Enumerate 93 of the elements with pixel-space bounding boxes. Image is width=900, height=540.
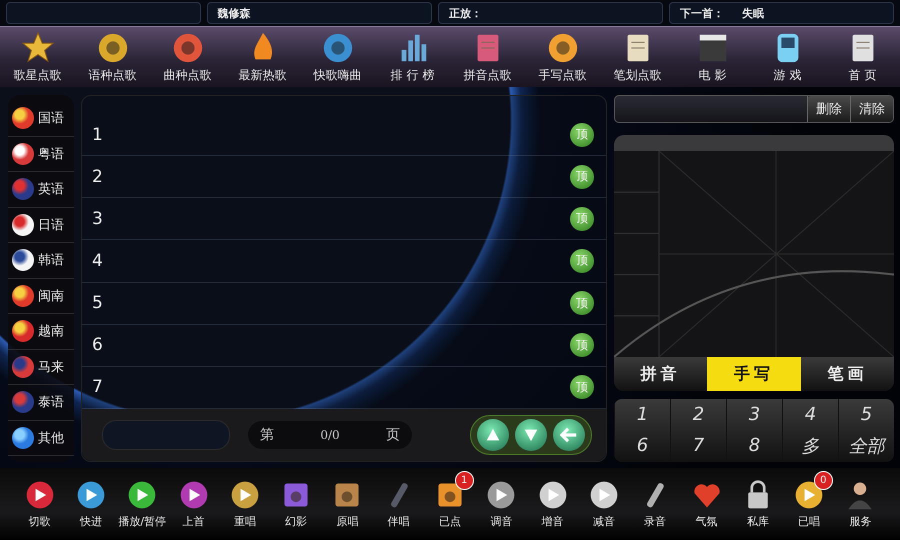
page-suffix: 页 bbox=[386, 426, 400, 444]
toolbar-button[interactable]: 幻影 bbox=[270, 468, 322, 540]
count-badge: 0 bbox=[814, 471, 833, 490]
flag-icon bbox=[12, 107, 34, 130]
language-item[interactable]: 泰语 bbox=[8, 385, 74, 420]
next-song-label: 下一首： bbox=[680, 6, 724, 20]
left-arrow-icon bbox=[560, 426, 578, 444]
song-row[interactable]: 2 顶 bbox=[82, 156, 606, 198]
category-menu-item[interactable]: 歌星点歌 bbox=[0, 27, 75, 87]
row-number: 4 bbox=[92, 250, 103, 271]
page-prefix: 第 bbox=[260, 426, 274, 444]
candidate-key[interactable]: 3 bbox=[726, 399, 782, 429]
toolbar-button[interactable]: 重唱 bbox=[219, 468, 270, 540]
toolbar-button[interactable]: 增音 bbox=[526, 468, 578, 540]
singer-name: 魏修森 bbox=[218, 6, 251, 20]
language-item[interactable]: 其他 bbox=[8, 420, 74, 456]
delete-button[interactable]: 删除 bbox=[807, 96, 850, 122]
flag-icon bbox=[12, 284, 34, 307]
language-item[interactable]: 马来 bbox=[8, 350, 74, 385]
toolbar-button[interactable]: 录音 bbox=[630, 468, 681, 540]
search-input-bar[interactable]: 删除 清除 bbox=[614, 95, 894, 123]
category-menu-item[interactable]: 快歌嗨曲 bbox=[300, 27, 375, 87]
category-menu-item[interactable]: 电 影 bbox=[675, 27, 750, 87]
row-number: 6 bbox=[92, 335, 103, 356]
flag-icon bbox=[12, 178, 34, 200]
language-item[interactable]: 日语 bbox=[8, 208, 74, 243]
candidate-key[interactable]: 2 bbox=[670, 399, 726, 429]
toolbar-button[interactable]: 伴唱 bbox=[373, 468, 424, 540]
clear-button[interactable]: 清除 bbox=[850, 96, 893, 122]
row-number: 1 bbox=[92, 124, 103, 145]
input-mode-tab[interactable]: 笔画 bbox=[800, 357, 894, 391]
row-number: 7 bbox=[92, 377, 103, 398]
candidate-key[interactable]: 5 bbox=[838, 399, 894, 429]
page-number: 0/0 bbox=[320, 428, 340, 442]
category-menu-item[interactable]: 笔划点歌 bbox=[600, 27, 675, 87]
flag-icon bbox=[12, 356, 34, 378]
category-menu-item[interactable]: 手写点歌 bbox=[525, 27, 600, 87]
back-button[interactable] bbox=[553, 419, 585, 451]
toolbar-button[interactable]: 服务 bbox=[834, 468, 886, 540]
candidate-key[interactable]: 多 bbox=[782, 429, 838, 462]
language-item[interactable]: 国语 bbox=[8, 101, 74, 136]
toolbar-button[interactable]: 已点 1 bbox=[424, 468, 476, 540]
song-row[interactable]: 6 顶 bbox=[82, 324, 606, 367]
language-item[interactable]: 闽南 bbox=[8, 278, 74, 314]
input-mode-tab[interactable]: 拼音 bbox=[614, 357, 708, 391]
flag-icon bbox=[12, 426, 34, 449]
toolbar-button[interactable]: 切歌 bbox=[14, 468, 66, 540]
star-icon bbox=[20, 30, 54, 64]
category-menu-item[interactable]: 语种点歌 bbox=[75, 27, 150, 87]
flag-icon bbox=[12, 142, 34, 165]
candidate-key[interactable]: 6 bbox=[614, 429, 670, 462]
song-row[interactable]: 5 顶 bbox=[82, 282, 606, 325]
toolbar-button[interactable]: 快进 bbox=[65, 468, 117, 540]
candidate-key[interactable]: 4 bbox=[782, 399, 838, 429]
candidate-key[interactable]: 8 bbox=[726, 429, 782, 462]
next-song-title: 失眠 bbox=[742, 6, 764, 20]
song-row[interactable]: 4 顶 bbox=[82, 240, 606, 283]
page-down-button[interactable] bbox=[515, 419, 547, 451]
now-playing-label: 正放： bbox=[448, 6, 482, 20]
toolbar-button[interactable]: 原唱 bbox=[322, 468, 374, 540]
flag-icon bbox=[12, 320, 34, 342]
toolbar-button[interactable]: 减音 bbox=[578, 468, 630, 540]
toolbar-button[interactable]: 播放/暂停 bbox=[116, 468, 168, 540]
toolbar-button[interactable]: 已唱 0 bbox=[783, 468, 835, 540]
category-menu-item[interactable]: 首 页 bbox=[825, 27, 900, 87]
row-number: 3 bbox=[92, 208, 103, 229]
flag-icon bbox=[12, 391, 34, 414]
category-menu-item[interactable]: 排 行 榜 bbox=[375, 27, 450, 87]
language-item[interactable]: 英语 bbox=[8, 172, 74, 208]
toolbar-button[interactable]: 私库 bbox=[732, 468, 784, 540]
input-field[interactable] bbox=[102, 420, 230, 450]
category-menu-item[interactable]: 最新热歌 bbox=[225, 27, 300, 87]
row-number: 2 bbox=[92, 166, 103, 187]
toolbar-button[interactable]: 气氛 bbox=[680, 468, 732, 540]
input-mode-tab[interactable]: 手写 bbox=[707, 357, 801, 391]
category-menu-item[interactable]: 游 戏 bbox=[750, 27, 825, 87]
language-item[interactable]: 韩语 bbox=[8, 243, 74, 278]
candidate-key[interactable]: 1 bbox=[614, 399, 670, 429]
language-item[interactable]: 粤语 bbox=[8, 136, 74, 172]
candidate-key[interactable]: 全部 bbox=[838, 429, 894, 462]
category-menu-item[interactable]: 曲种点歌 bbox=[150, 27, 225, 87]
language-item[interactable]: 越南 bbox=[8, 314, 74, 350]
row-number: 5 bbox=[92, 293, 103, 314]
flag-icon bbox=[12, 249, 34, 272]
count-badge: 1 bbox=[454, 471, 474, 490]
flag-icon bbox=[12, 214, 34, 236]
page-up-button[interactable] bbox=[477, 419, 509, 451]
song-row[interactable]: 1 顶 bbox=[82, 114, 606, 156]
toolbar-button[interactable]: 调音 bbox=[476, 468, 527, 540]
song-row[interactable]: 3 顶 bbox=[82, 198, 606, 240]
toolbar-button[interactable]: 上首 bbox=[168, 468, 220, 540]
category-menu-item[interactable]: 拼音点歌 bbox=[450, 27, 525, 87]
candidate-key[interactable]: 7 bbox=[670, 429, 726, 462]
